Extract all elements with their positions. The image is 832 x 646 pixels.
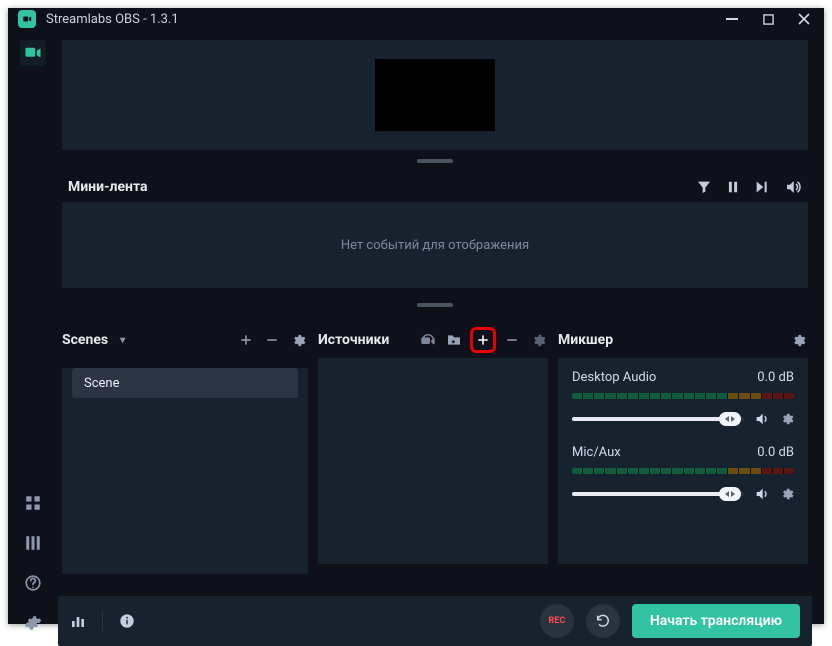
mixer-item: Mic/Aux 0.0 dB bbox=[572, 445, 794, 502]
go-live-label: Начать трансляцию bbox=[650, 613, 782, 629]
application-window: Streamlabs OBS - 1.3.1 bbox=[8, 8, 824, 624]
bottombar: REC Начать трансляцию bbox=[58, 596, 812, 646]
scenes-add-icon[interactable] bbox=[236, 330, 256, 350]
preview-canvas bbox=[375, 59, 495, 131]
mixer-item-name: Mic/Aux bbox=[572, 445, 621, 460]
preview-area[interactable] bbox=[62, 40, 808, 150]
mixer-title: Микшер bbox=[558, 332, 613, 348]
scenes-panel: Scenes ▾ Scene bbox=[62, 322, 308, 582]
window-minimize-button[interactable] bbox=[718, 8, 746, 30]
titlebar: Streamlabs OBS - 1.3.1 bbox=[8, 8, 824, 30]
app-logo-icon bbox=[18, 10, 36, 28]
sidebar-item-help[interactable] bbox=[20, 570, 46, 596]
scene-item[interactable]: Scene bbox=[72, 368, 298, 398]
window-close-button[interactable] bbox=[790, 8, 818, 30]
mixer-item: Desktop Audio 0.0 dB bbox=[572, 370, 794, 427]
feed-skip-icon[interactable] bbox=[754, 178, 770, 196]
sidebar-item-editor[interactable] bbox=[20, 40, 46, 66]
panels-row: Scenes ▾ Scene bbox=[62, 322, 808, 582]
volume-slider[interactable] bbox=[572, 417, 744, 421]
mixer-panel: Микшер Desktop Audio 0.0 dB bbox=[558, 322, 808, 582]
sources-studio-icon[interactable] bbox=[418, 330, 438, 350]
feed-pause-icon[interactable] bbox=[726, 178, 740, 196]
scenes-title[interactable]: Scenes bbox=[62, 332, 108, 348]
sources-add-highlighted[interactable] bbox=[470, 327, 496, 353]
mixer-item-db: 0.0 dB bbox=[757, 370, 794, 385]
window-title: Streamlabs OBS - 1.3.1 bbox=[46, 12, 179, 27]
sidebar bbox=[8, 30, 58, 646]
sources-settings-icon[interactable] bbox=[528, 330, 548, 350]
drag-handle-2[interactable] bbox=[58, 298, 812, 312]
feed-filter-icon[interactable] bbox=[696, 178, 712, 196]
mini-feed-body: Нет событий для отображения bbox=[62, 202, 808, 288]
scene-item-label: Scene bbox=[84, 376, 120, 391]
go-live-button[interactable]: Начать трансляцию bbox=[632, 604, 800, 638]
main-content: Мини-лента bbox=[58, 30, 824, 646]
record-button[interactable]: REC bbox=[540, 604, 574, 638]
sidebar-item-dashboard[interactable] bbox=[20, 490, 46, 516]
volume-slider[interactable] bbox=[572, 492, 744, 496]
vu-meter bbox=[572, 393, 794, 399]
record-label: REC bbox=[549, 616, 566, 626]
mixer-item-name: Desktop Audio bbox=[572, 370, 656, 385]
mini-feed-title: Мини-лента bbox=[68, 179, 148, 195]
sidebar-item-themes[interactable] bbox=[20, 530, 46, 556]
info-icon[interactable] bbox=[119, 613, 135, 629]
sources-list[interactable] bbox=[318, 358, 548, 564]
sources-folder-icon[interactable] bbox=[444, 330, 464, 350]
chevron-down-icon[interactable]: ▾ bbox=[120, 335, 125, 346]
mini-feed: Мини-лента bbox=[62, 172, 808, 288]
mixer-item-db: 0.0 dB bbox=[757, 445, 794, 460]
sources-remove-icon[interactable] bbox=[502, 330, 522, 350]
sidebar-item-settings[interactable] bbox=[20, 610, 46, 636]
mute-icon[interactable] bbox=[754, 411, 770, 427]
mixer-item-settings-icon[interactable] bbox=[780, 487, 794, 501]
scenes-settings-icon[interactable] bbox=[288, 330, 308, 350]
feed-volume-icon[interactable] bbox=[784, 178, 802, 196]
mute-icon[interactable] bbox=[754, 486, 770, 502]
replay-button[interactable] bbox=[586, 604, 620, 638]
stats-icon[interactable] bbox=[70, 613, 86, 629]
sources-title: Источники bbox=[318, 332, 389, 348]
sources-panel: Источники bbox=[318, 322, 548, 582]
mini-feed-empty-text: Нет событий для отображения bbox=[341, 238, 529, 253]
vu-meter bbox=[572, 468, 794, 474]
drag-handle[interactable] bbox=[58, 154, 812, 168]
divider bbox=[102, 611, 103, 631]
window-maximize-button[interactable] bbox=[754, 8, 782, 30]
mixer-item-settings-icon[interactable] bbox=[780, 412, 794, 426]
scenes-remove-icon[interactable] bbox=[262, 330, 282, 350]
mixer-settings-icon[interactable] bbox=[788, 330, 808, 350]
